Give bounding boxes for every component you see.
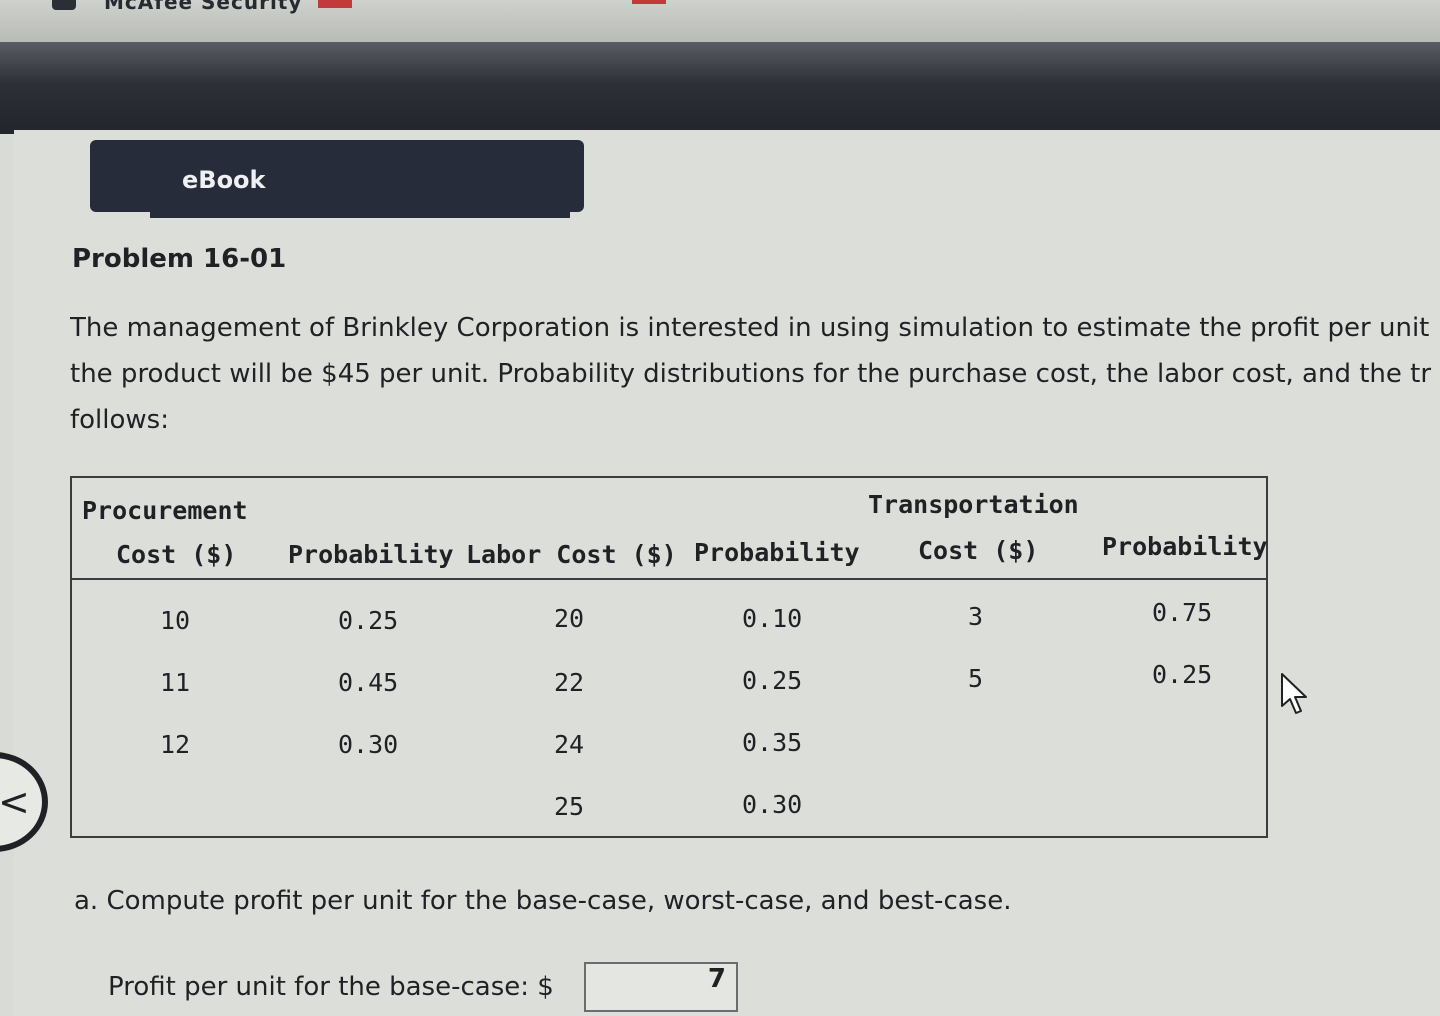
header-probability-2: Probability xyxy=(694,538,860,567)
profit-base-case-input[interactable]: 7 xyxy=(584,962,738,1012)
browser-toolbar: McAfee Security xyxy=(0,0,1440,42)
table-cell: 11 xyxy=(160,668,191,697)
table-cell: 24 xyxy=(554,730,585,759)
table-cell: 3 xyxy=(968,602,984,631)
header-transportation-cost: Cost ($) xyxy=(918,536,1039,565)
header-labor-cost: Labor Cost ($) xyxy=(466,540,677,569)
table-cell: 0.25 xyxy=(1152,660,1213,689)
header-band xyxy=(0,42,1440,134)
header-procurement: Procurement xyxy=(82,496,248,525)
probability-table: Procurement Cost ($) Probability Labor C… xyxy=(70,476,1268,838)
table-cell: 0.30 xyxy=(742,790,803,819)
bookmark-tab[interactable] xyxy=(632,0,666,4)
header-probability-1: Probability xyxy=(288,540,454,569)
header-divider xyxy=(72,578,1266,580)
bookmark-tab[interactable] xyxy=(318,0,352,8)
question-a: a. Compute profit per unit for the base-… xyxy=(74,886,1012,916)
tab-underline xyxy=(150,212,570,218)
table-cell: 0.35 xyxy=(742,728,803,757)
table-cell: 0.25 xyxy=(742,666,803,695)
answer-value: 7 xyxy=(707,964,726,994)
problem-line: follows: xyxy=(70,405,169,435)
extension-brand: McAfee Security xyxy=(104,0,303,14)
header-procurement-cost: Cost ($) xyxy=(116,540,237,569)
problem-line: the product will be $45 per unit. Probab… xyxy=(70,359,1432,389)
problem-statement: The management of Brinkley Corporation i… xyxy=(70,305,1440,443)
header-probability-3: Probability xyxy=(1102,532,1268,561)
table-cell: 10 xyxy=(160,606,191,635)
chevron-left-icon: < xyxy=(0,780,30,824)
table-cell: 20 xyxy=(554,604,585,633)
table-cell: 25 xyxy=(554,792,585,821)
mouse-pointer-icon xyxy=(1281,673,1307,714)
answer-label: Profit per unit for the base-case: $ xyxy=(108,972,554,1002)
table-cell: 0.75 xyxy=(1152,598,1213,627)
mcafee-icon xyxy=(52,0,76,10)
header-transportation: Transportation xyxy=(868,490,1079,519)
table-cell: 12 xyxy=(160,730,191,759)
problem-line: The management of Brinkley Corporation i… xyxy=(70,313,1430,343)
ebook-button[interactable]: eBook xyxy=(90,140,584,212)
table-cell: 0.30 xyxy=(338,730,399,759)
table-cell: 0.10 xyxy=(742,604,803,633)
table-cell: 22 xyxy=(554,668,585,697)
table-cell: 0.25 xyxy=(338,606,399,635)
table-cell: 0.45 xyxy=(338,668,399,697)
ebook-label: eBook xyxy=(182,166,266,194)
problem-title: Problem 16-01 xyxy=(72,244,287,274)
table-cell: 5 xyxy=(968,664,984,693)
